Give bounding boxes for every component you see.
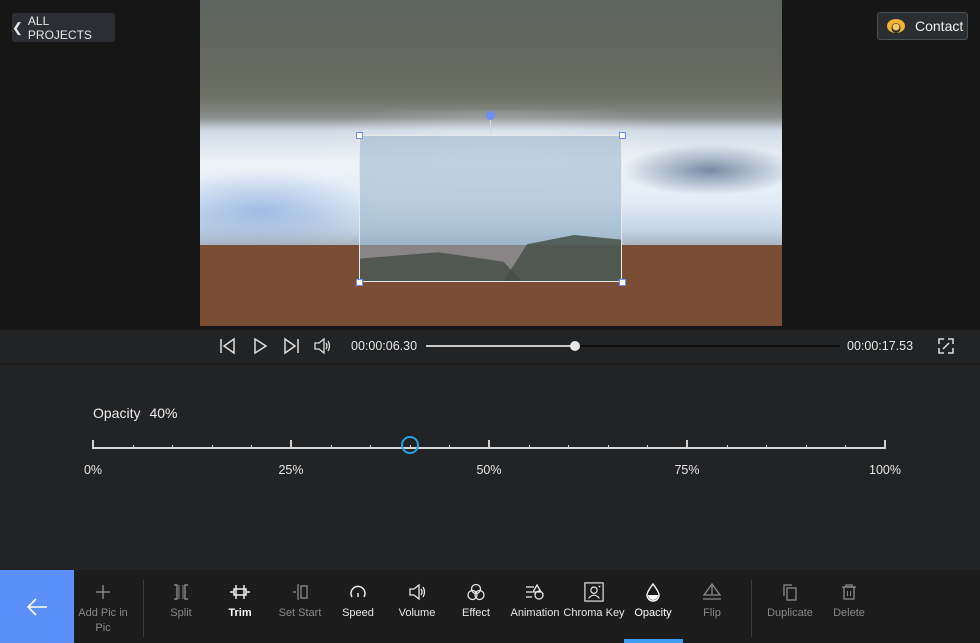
- delete-icon: [842, 584, 856, 600]
- active-tool-indicator: [624, 639, 683, 643]
- resize-handle-bottom-left[interactable]: [356, 279, 363, 286]
- opacity-slider-thumb[interactable]: [400, 436, 419, 454]
- all-projects-label: ALL PROJECTS: [27, 13, 92, 42]
- fullscreen-icon[interactable]: [937, 337, 955, 355]
- trim-icon: [230, 585, 250, 599]
- preview-area: ❮ ALL PROJECTS Contact: [0, 0, 980, 330]
- tool-delete[interactable]: Delete: [818, 582, 880, 621]
- tool-effect[interactable]: Effect: [445, 582, 507, 621]
- tool-label: Chroma Key: [563, 607, 625, 619]
- chroma-key-icon: [584, 582, 604, 602]
- toolbar-divider: [751, 580, 752, 637]
- tool-animation[interactable]: Animation: [504, 582, 566, 621]
- opacity-icon: [646, 582, 660, 602]
- volume-icon[interactable]: [313, 337, 331, 355]
- tool-label: Add Pic in Pic: [78, 607, 128, 634]
- duplicate-icon: [783, 584, 797, 601]
- arrow-left-icon: [26, 597, 47, 616]
- opacity-panel: Opacity 40% 0% 25% 50% 75% 100%: [0, 365, 980, 570]
- tool-chroma-key[interactable]: Chroma Key: [563, 582, 625, 621]
- pip-ground-right: [503, 235, 621, 281]
- contact-avatar-icon: [887, 19, 905, 33]
- current-time: 00:00:06.30: [351, 339, 418, 353]
- tool-set-start[interactable]: Set Start: [269, 582, 331, 621]
- timeline-scrubber[interactable]: [426, 341, 840, 351]
- plus-icon: [96, 585, 110, 599]
- resize-handle-bottom-right[interactable]: [619, 279, 626, 286]
- flip-icon: [702, 582, 722, 600]
- tool-label: Trim: [228, 607, 252, 619]
- tool-speed[interactable]: Speed: [327, 582, 389, 621]
- pip-overlay[interactable]: [359, 135, 622, 282]
- opacity-label: Opacity: [93, 405, 141, 421]
- tool-label: Duplicate: [767, 607, 813, 619]
- speed-icon: [350, 585, 366, 598]
- tool-duplicate[interactable]: Duplicate: [759, 582, 821, 621]
- player-controls: 00:00:06.30 00:00:17.53: [0, 330, 980, 365]
- tool-label: Delete: [833, 607, 865, 619]
- resize-handle-top-left[interactable]: [356, 132, 363, 139]
- tick-label-100: 100%: [869, 463, 901, 477]
- tick-label-50: 50%: [476, 463, 502, 477]
- tool-label: Volume: [398, 607, 436, 619]
- volume-icon: [409, 583, 426, 601]
- edit-toolbar: Add Pic in Pic Split Trim Set Start Spee…: [0, 570, 980, 643]
- contact-label: Contact: [915, 18, 964, 34]
- effect-icon: [467, 583, 485, 601]
- tick-label-25: 25%: [278, 463, 304, 477]
- resize-handle-top-right[interactable]: [619, 132, 626, 139]
- tool-add-pic-in-pic[interactable]: Add Pic in Pic: [72, 582, 134, 636]
- tick-label-75: 75%: [674, 463, 700, 477]
- all-projects-button[interactable]: ❮ ALL PROJECTS: [12, 13, 115, 42]
- tool-label: Effect: [462, 607, 490, 619]
- tick-label-0: 0%: [83, 463, 103, 477]
- scrubber-progress: [426, 345, 576, 347]
- tool-label: Opacity: [634, 607, 672, 619]
- split-icon: [174, 584, 188, 600]
- opacity-slider-rail: [93, 447, 885, 449]
- tool-trim[interactable]: Trim: [209, 582, 271, 621]
- tool-label: Split: [170, 607, 192, 619]
- total-time: 00:00:17.53: [847, 339, 914, 353]
- tool-label: Speed: [342, 607, 374, 619]
- tool-flip[interactable]: Flip: [681, 582, 743, 621]
- tool-label: Set Start: [278, 607, 322, 619]
- tool-label: Animation: [510, 607, 560, 619]
- play-icon[interactable]: [251, 337, 269, 355]
- opacity-title: Opacity 40%: [93, 405, 178, 421]
- opacity-value: 40%: [149, 405, 178, 421]
- skip-forward-icon[interactable]: [282, 337, 300, 355]
- toolbar-divider: [143, 580, 144, 637]
- tool-split[interactable]: Split: [150, 582, 212, 621]
- opacity-slider[interactable]: [92, 435, 886, 455]
- toolbar-back-button[interactable]: [0, 570, 74, 643]
- contact-button[interactable]: Contact: [877, 12, 968, 40]
- animation-icon: [526, 583, 544, 600]
- skip-back-icon[interactable]: [219, 337, 237, 355]
- rotate-handle[interactable]: [486, 111, 495, 120]
- tool-opacity[interactable]: Opacity: [622, 582, 684, 621]
- scrubber-knob[interactable]: [570, 341, 581, 351]
- tool-volume[interactable]: Volume: [386, 582, 448, 621]
- chevron-left-icon: ❮: [12, 19, 23, 35]
- tool-label: Flip: [703, 607, 721, 619]
- set-start-icon: [293, 584, 308, 600]
